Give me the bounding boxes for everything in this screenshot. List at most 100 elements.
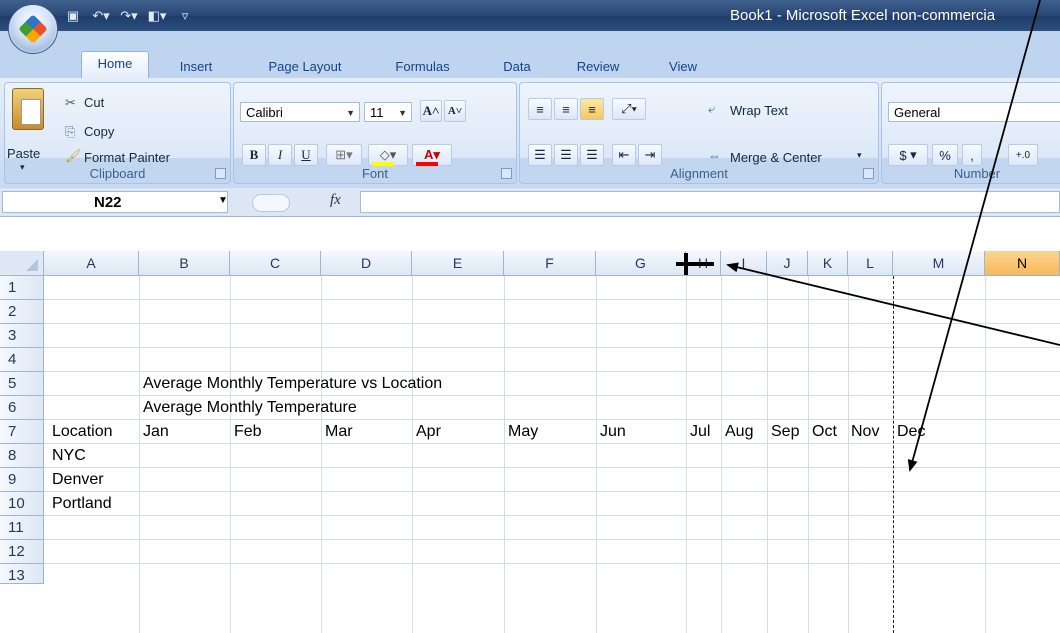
cell-j6[interactable]: Sep	[771, 420, 799, 444]
cell-d6[interactable]: Mar	[325, 420, 353, 444]
grid-hline	[44, 467, 1060, 468]
clipboard-launcher-icon[interactable]	[215, 168, 226, 179]
tab-view[interactable]: View	[658, 57, 708, 77]
cell-a6[interactable]: Location	[52, 420, 113, 444]
align-left-icon[interactable]: ☰	[528, 144, 552, 166]
redo-icon[interactable]: ↷▾	[118, 7, 140, 25]
tab-page-layout[interactable]: Page Layout	[255, 57, 355, 77]
row-header-4[interactable]: 4	[0, 348, 44, 372]
font-name-select[interactable]: Calibri ▼	[240, 102, 360, 122]
cell-a8[interactable]: Denver	[52, 468, 104, 492]
cell-f6[interactable]: May	[508, 420, 538, 444]
print-preview-icon[interactable]: ◧▾	[146, 7, 168, 25]
cell-m6[interactable]: Dec	[897, 420, 925, 444]
alignment-launcher-icon[interactable]	[863, 168, 874, 179]
row-header-10[interactable]: 10	[0, 492, 44, 516]
row-header-1[interactable]: 1	[0, 276, 44, 300]
cell-b4[interactable]: Average Monthly Temperature vs Location	[143, 372, 442, 396]
row-header-11[interactable]: 11	[0, 516, 44, 540]
column-header-l[interactable]: L	[848, 251, 893, 276]
cut-button[interactable]: Cut	[84, 95, 104, 110]
merge-dropdown-icon[interactable]: ▾	[857, 150, 862, 161]
decrease-indent-icon[interactable]: ⇤	[612, 144, 636, 166]
cell-a9[interactable]: Portland	[52, 492, 112, 516]
row-header-9[interactable]: 9	[0, 468, 44, 492]
column-header-g[interactable]: G	[596, 251, 686, 276]
column-header-d[interactable]: D	[321, 251, 412, 276]
italic-button[interactable]: I	[268, 144, 292, 166]
cell-g6[interactable]: Jun	[600, 420, 626, 444]
cell-b6[interactable]: Jan	[143, 420, 169, 444]
cell-a7[interactable]: NYC	[52, 444, 86, 468]
increase-indent-icon[interactable]: ⇥	[638, 144, 662, 166]
align-right-icon[interactable]: ☰	[580, 144, 604, 166]
row-header-5[interactable]: 5	[0, 372, 44, 396]
row-header-13[interactable]: 13	[0, 564, 44, 584]
formula-input[interactable]	[360, 191, 1060, 213]
paste-icon[interactable]	[12, 88, 44, 130]
copy-button[interactable]: Copy	[84, 124, 114, 139]
column-header-k[interactable]: K	[808, 251, 848, 276]
row-header-3[interactable]: 3	[0, 324, 44, 348]
tab-formulas[interactable]: Formulas	[385, 57, 460, 77]
middle-align-icon[interactable]: ≡	[554, 98, 578, 120]
cell-e6[interactable]: Apr	[416, 420, 441, 444]
top-align-icon[interactable]: ≡	[528, 98, 552, 120]
borders-button[interactable]: ⊞▾	[326, 144, 362, 166]
column-header-i[interactable]: I	[721, 251, 767, 276]
row-header-8[interactable]: 8	[0, 444, 44, 468]
undo-icon[interactable]: ↶▾	[90, 7, 112, 25]
cell-b5[interactable]: Average Monthly Temperature	[143, 396, 357, 420]
bottom-align-icon[interactable]: ≡	[580, 98, 604, 120]
chevron-down-icon[interactable]: ▼	[218, 195, 228, 206]
tab-home[interactable]: Home	[81, 51, 149, 79]
row-header-7[interactable]: 7	[0, 420, 44, 444]
column-header-c[interactable]: C	[230, 251, 321, 276]
save-icon[interactable]: ▣	[62, 7, 84, 25]
align-center-icon[interactable]: ☰	[554, 144, 578, 166]
grid-vline	[767, 276, 768, 633]
shrink-font-button[interactable]: A˅	[444, 100, 466, 122]
underline-button[interactable]: U	[294, 144, 318, 166]
orientation-icon[interactable]: ⤢▾	[612, 98, 646, 120]
grow-font-button[interactable]: A˄	[420, 100, 442, 122]
format-painter-button[interactable]: Format Painter	[84, 150, 170, 165]
font-size-select[interactable]: 11 ▼	[364, 102, 412, 122]
grid-vline	[321, 276, 322, 633]
row-header-12[interactable]: 12	[0, 540, 44, 564]
cell-c6[interactable]: Feb	[234, 420, 262, 444]
row-header-2[interactable]: 2	[0, 300, 44, 324]
bold-button[interactable]: B	[242, 144, 266, 166]
row-header-6[interactable]: 6	[0, 396, 44, 420]
column-header-h[interactable]: H	[686, 251, 721, 276]
cell-h6[interactable]: Jul	[690, 420, 710, 444]
number-format-select[interactable]: General	[888, 102, 1060, 122]
wrap-text-button[interactable]: Wrap Text	[730, 103, 788, 118]
column-header-e[interactable]: E	[412, 251, 504, 276]
insert-function-icon[interactable]: fx	[330, 192, 341, 209]
tab-review[interactable]: Review	[568, 57, 628, 77]
cell-l6[interactable]: Nov	[851, 420, 879, 444]
tab-insert[interactable]: Insert	[171, 57, 221, 77]
copy-icon: ⎘	[65, 124, 76, 139]
office-button[interactable]	[8, 4, 58, 54]
column-header-f[interactable]: F	[504, 251, 596, 276]
cell-i6[interactable]: Aug	[725, 420, 753, 444]
cell-k6[interactable]: Oct	[812, 420, 837, 444]
paste-button-label[interactable]: Paste	[7, 146, 40, 161]
column-header-m[interactable]: M	[893, 251, 985, 276]
column-header-n[interactable]: N	[985, 251, 1060, 276]
column-header-j[interactable]: J	[767, 251, 808, 276]
tab-data[interactable]: Data	[492, 57, 542, 77]
customize-toolbar-icon[interactable]: ▿	[174, 7, 196, 25]
font-launcher-icon[interactable]	[501, 168, 512, 179]
column-header-b[interactable]: B	[139, 251, 230, 276]
merge-center-button[interactable]: Merge & Center	[730, 150, 822, 165]
number-group: Number	[881, 82, 1060, 184]
column-header-a[interactable]: A	[44, 251, 139, 276]
paste-dropdown-icon[interactable]: ▾	[20, 162, 25, 173]
percent-button[interactable]: %	[932, 144, 958, 166]
currency-button[interactable]: $ ▾	[888, 144, 928, 166]
comma-style-icon[interactable]: ,	[962, 144, 982, 166]
increase-decimal-icon[interactable]: +.0	[1008, 144, 1038, 166]
